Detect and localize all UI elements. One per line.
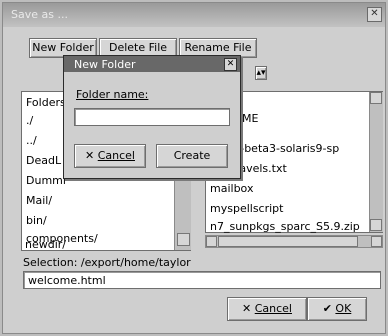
close-icon[interactable]: ✕ (224, 58, 237, 71)
scroll-right-arrow-icon[interactable] (371, 236, 382, 247)
rename-file-label: Rename File (184, 41, 252, 54)
new-folder-title: New Folder (74, 58, 136, 71)
list-item[interactable]: ../ (26, 134, 37, 147)
scroll-down-arrow-icon[interactable] (370, 219, 382, 231)
ok-label: OK (335, 302, 352, 315)
files-hscrollbar[interactable] (205, 235, 383, 248)
list-item[interactable]: newdir/ (25, 238, 66, 251)
list-item[interactable]: Mail/ (26, 194, 52, 207)
selection-input[interactable]: welcome.html (23, 271, 381, 289)
list-item[interactable]: bin/ (26, 214, 47, 227)
title-bar[interactable]: Save as ... ✕ (3, 3, 385, 27)
list-item[interactable]: mailbox (210, 182, 253, 195)
scroll-down-arrow-icon[interactable] (177, 233, 190, 246)
delete-file-label: Delete File (108, 41, 168, 54)
folder-name-label: Folder name: (76, 88, 149, 101)
scroll-thumb[interactable] (218, 236, 358, 247)
list-item[interactable]: Dummi (26, 174, 66, 187)
folders-header: Folders (26, 96, 66, 109)
selection-label: Selection: /export/home/taylor (23, 256, 191, 269)
new-folder-dialog: New Folder ✕ Folder name: ✕ Cancel Creat… (63, 55, 241, 179)
window-title: Save as ... (11, 8, 68, 21)
files-header: ME (242, 112, 259, 125)
folder-name-input[interactable] (74, 108, 230, 126)
cancel-x-icon: ✕ (85, 149, 95, 162)
selection-value: welcome.html (28, 274, 106, 287)
dialog-cancel-label: Cancel (97, 149, 135, 162)
list-item[interactable]: DeadL (26, 154, 61, 167)
cancel-x-icon: ✕ (242, 302, 252, 315)
scroll-left-arrow-icon[interactable] (206, 236, 217, 247)
list-item[interactable]: n7_sunpkgs_sparc_S5.9.zip (210, 220, 360, 233)
cancel-label: Cancel (254, 302, 292, 315)
list-item[interactable]: ./ (26, 114, 33, 127)
spinner-button[interactable]: ▴▾ (255, 66, 267, 80)
create-button[interactable]: Create (156, 144, 228, 168)
new-folder-label: New Folder (32, 41, 94, 54)
list-item[interactable]: myspellscript (210, 202, 283, 215)
create-label: Create (173, 149, 211, 162)
files-scrollbar[interactable] (369, 92, 383, 232)
save-as-dialog: Save as ... ✕ New Folder Delete File Ren… (2, 2, 386, 334)
scroll-up-arrow-icon[interactable] (370, 92, 382, 104)
new-folder-title-bar[interactable]: New Folder ✕ (64, 56, 240, 72)
ok-button[interactable]: ✔ OK (307, 297, 367, 321)
ok-check-icon: ✔ (322, 302, 332, 315)
cancel-button[interactable]: ✕ Cancel (227, 297, 307, 321)
close-icon[interactable]: ✕ (367, 7, 382, 22)
dialog-cancel-button[interactable]: ✕ Cancel (74, 144, 146, 168)
